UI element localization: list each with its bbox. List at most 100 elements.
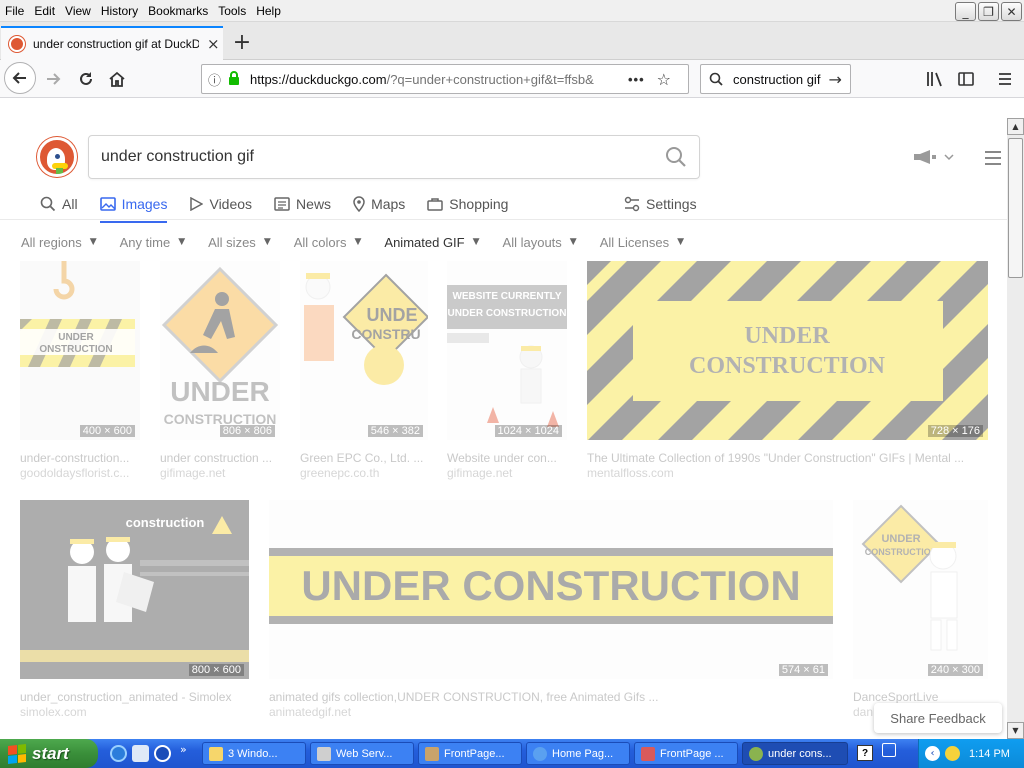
filter-color[interactable]: All colors ▼ bbox=[294, 235, 362, 250]
close-window-button[interactable]: ✕ bbox=[1001, 2, 1022, 21]
caret-down-icon: ▼ bbox=[569, 237, 577, 247]
back-button[interactable] bbox=[4, 62, 36, 94]
tab-news[interactable]: News bbox=[274, 191, 331, 217]
clock[interactable]: 1:14 PM bbox=[969, 748, 1010, 760]
filter-type[interactable]: Animated GIF ▼ bbox=[384, 235, 479, 250]
result-thumbnail[interactable]: UNDE CONSTRU 546 × 382 bbox=[300, 261, 428, 440]
search-go-arrow-icon[interactable]: → bbox=[828, 70, 841, 89]
site-info-icon[interactable]: ⓘ bbox=[208, 70, 228, 89]
result-title[interactable]: The Ultimate Collection of 1990s "Under … bbox=[587, 451, 988, 465]
browser-search-bar[interactable]: construction gif → bbox=[700, 64, 851, 94]
page-actions-button[interactable]: ••• bbox=[628, 72, 645, 87]
duckduckgo-logo[interactable] bbox=[37, 137, 77, 177]
share-feedback-button[interactable]: Share Feedback bbox=[874, 703, 1002, 733]
result-thumbnail[interactable]: UNDER ONSTRUCTION 400 × 600 bbox=[20, 261, 140, 440]
result-title[interactable]: animated gifs collection,UNDER CONSTRUCT… bbox=[269, 690, 833, 704]
result-thumbnail[interactable]: WEBSITE CURRENTLY UNDER CONSTRUCTION 102… bbox=[447, 261, 567, 440]
taskbar-button-frontpage-1[interactable]: FrontPage... bbox=[418, 742, 522, 765]
tab-all[interactable]: All bbox=[40, 191, 78, 217]
show-desktop-icon[interactable] bbox=[132, 745, 149, 762]
search-icon bbox=[40, 196, 56, 212]
result-title[interactable]: Website under con... bbox=[447, 451, 567, 465]
forward-button[interactable] bbox=[38, 64, 68, 94]
result-title[interactable]: DanceSportLive bbox=[853, 690, 988, 704]
new-tab-button[interactable]: + bbox=[228, 28, 256, 56]
restore-button[interactable]: ❐ bbox=[978, 2, 999, 21]
image-dimensions: 400 × 600 bbox=[79, 425, 135, 437]
result-thumbnail[interactable]: UNDER CONSTRUCTION 806 × 806 bbox=[160, 261, 280, 440]
close-tab-icon[interactable]: × bbox=[207, 35, 220, 53]
search-submit-icon[interactable] bbox=[665, 146, 687, 168]
result-thumbnail[interactable]: UNDER CONSTRUCTION 574 × 61 bbox=[269, 500, 833, 679]
search-bar-value[interactable]: construction gif bbox=[733, 72, 820, 87]
media-player-icon[interactable] bbox=[154, 745, 171, 762]
taskbar-button-firefox[interactable]: under cons... bbox=[742, 742, 848, 765]
search-query-text[interactable]: under construction gif bbox=[101, 148, 254, 166]
bookmark-star-icon[interactable]: ☆ bbox=[657, 70, 671, 89]
menu-tools[interactable]: Tools bbox=[213, 2, 251, 20]
filter-license[interactable]: All Licenses ▼ bbox=[600, 235, 684, 250]
tray-expand-icon[interactable]: ‹ bbox=[925, 746, 940, 761]
tab-shopping[interactable]: Shopping bbox=[427, 191, 508, 217]
library-button[interactable] bbox=[922, 66, 948, 92]
settings-link[interactable]: Settings bbox=[624, 191, 697, 217]
result-source[interactable]: greenepc.co.th bbox=[300, 466, 428, 480]
tab-videos[interactable]: Videos bbox=[189, 191, 252, 217]
tray-app-icon[interactable] bbox=[945, 746, 960, 761]
secure-lock-icon[interactable] bbox=[228, 70, 244, 88]
app-menu-button[interactable] bbox=[992, 66, 1018, 92]
result-title[interactable]: under_construction_animated - Simolex bbox=[20, 690, 249, 704]
start-button[interactable]: start bbox=[0, 739, 98, 768]
result-thumbnail[interactable]: UNDER CONSTRUCTION 240 × 300 bbox=[853, 500, 988, 679]
result-source[interactable]: goodoldaysflorist.c... bbox=[20, 466, 140, 480]
reload-button[interactable] bbox=[71, 64, 101, 94]
scrollbar-thumb[interactable] bbox=[1008, 138, 1023, 278]
menu-bookmarks[interactable]: Bookmarks bbox=[143, 2, 213, 20]
result-source[interactable]: animatedgif.net bbox=[269, 705, 833, 719]
shopping-bag-icon bbox=[427, 198, 444, 211]
vertical-scrollbar[interactable]: ▲ ▼ bbox=[1007, 118, 1024, 739]
scroll-down-icon[interactable]: ▼ bbox=[1007, 722, 1024, 739]
taskbar-button-home-page[interactable]: Home Pag... bbox=[526, 742, 630, 765]
result-title[interactable]: under construction ... bbox=[160, 451, 280, 465]
result-thumbnail[interactable]: construction 800 × 600 bbox=[20, 500, 249, 679]
result-thumbnail[interactable]: UNDER CONSTRUCTION 728 × 176 bbox=[587, 261, 988, 440]
result-source[interactable]: gifimage.net bbox=[447, 466, 567, 480]
filter-region[interactable]: All regions ▼ bbox=[21, 235, 97, 250]
filter-size[interactable]: All sizes ▼ bbox=[208, 235, 271, 250]
search-query-box[interactable]: under construction gif bbox=[88, 135, 700, 179]
filter-time[interactable]: Any time ▼ bbox=[120, 235, 186, 250]
help-icon[interactable]: ? bbox=[857, 745, 873, 761]
url-text[interactable]: https://duckduckgo.com/?q=under+construc… bbox=[250, 72, 618, 87]
result-title[interactable]: Green EPC Co., Ltd. ... bbox=[300, 451, 428, 465]
scroll-up-icon[interactable]: ▲ bbox=[1007, 118, 1024, 135]
internet-explorer-icon[interactable] bbox=[110, 745, 127, 762]
browser-tab[interactable]: under construction gif at DuckDuckGo × bbox=[1, 26, 223, 60]
result-source[interactable]: gifimage.net bbox=[160, 466, 280, 480]
result-title[interactable]: under-construction... bbox=[20, 451, 140, 465]
menu-edit[interactable]: Edit bbox=[29, 2, 60, 20]
tab-images[interactable]: Images bbox=[99, 191, 167, 223]
filter-label: All Licenses bbox=[599, 234, 670, 250]
home-button[interactable] bbox=[102, 64, 132, 94]
folder-icon bbox=[209, 746, 223, 761]
menu-view[interactable]: View bbox=[60, 2, 96, 20]
restore-small-icon[interactable] bbox=[882, 743, 896, 757]
promo-toggle[interactable] bbox=[912, 149, 954, 165]
menu-file[interactable]: File bbox=[0, 2, 29, 20]
result-source[interactable]: dan... bbox=[853, 705, 873, 719]
taskbar-button-frontpage-2[interactable]: FrontPage ... bbox=[634, 742, 738, 765]
taskbar-button-windows[interactable]: 3 Windo... bbox=[202, 742, 306, 765]
site-menu-button[interactable] bbox=[985, 151, 1001, 169]
minimize-button[interactable]: _ bbox=[955, 2, 976, 21]
result-source[interactable]: mentalfloss.com bbox=[587, 466, 988, 480]
menu-help[interactable]: Help bbox=[251, 2, 286, 20]
taskbar-button-web-server[interactable]: Web Serv... bbox=[310, 742, 414, 765]
tab-maps[interactable]: Maps bbox=[353, 191, 405, 217]
url-bar[interactable]: ⓘ https://duckduckgo.com/?q=under+constr… bbox=[201, 64, 689, 94]
sidebar-button[interactable] bbox=[953, 66, 979, 92]
quicklaunch-more-icon[interactable]: » bbox=[180, 743, 187, 756]
result-source[interactable]: simolex.com bbox=[20, 705, 249, 719]
menu-history[interactable]: History bbox=[96, 2, 143, 20]
filter-layout[interactable]: All layouts ▼ bbox=[503, 235, 577, 250]
